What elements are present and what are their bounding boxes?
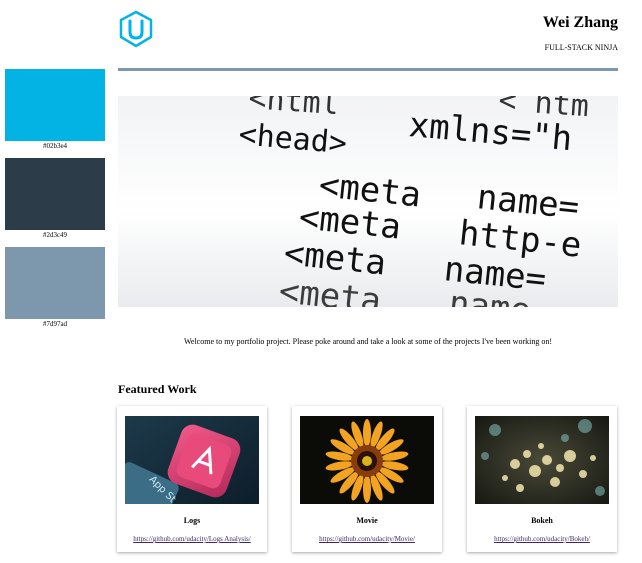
project-thumbnail bbox=[300, 416, 434, 504]
svg-text:<head>: <head> bbox=[237, 117, 348, 161]
project-thumbnail bbox=[475, 416, 609, 504]
udacity-logo-icon[interactable] bbox=[118, 10, 154, 48]
welcome-message: Welcome to my portfolio project. Please … bbox=[183, 337, 553, 346]
project-link[interactable]: https://github.com/udacity/Bokeh/ bbox=[467, 535, 617, 543]
color-box bbox=[5, 158, 105, 230]
project-title: Bokeh bbox=[531, 516, 553, 525]
project-title: Logs bbox=[183, 516, 201, 525]
swatch-label: #7d97ad bbox=[42, 320, 68, 328]
swatch-dark: #2d3c49 bbox=[5, 158, 105, 239]
project-link[interactable]: https://github.com/udacity/Logs Analysis… bbox=[117, 535, 267, 543]
project-thumbnail: App St bbox=[125, 416, 259, 504]
project-card-movie[interactable]: Movie https://github.com/udacity/Movie/ bbox=[292, 406, 442, 552]
featured-work-heading: Featured Work bbox=[118, 382, 197, 396]
swatch-grey: #7d97ad bbox=[5, 247, 105, 328]
tagline: FULL-STACK NINJA bbox=[544, 43, 618, 52]
color-box bbox=[5, 247, 105, 319]
hero-image: <html < htm <head> xmlns="h <meta name= … bbox=[118, 96, 618, 307]
header-divider bbox=[118, 68, 618, 71]
project-card-bokeh[interactable]: Bokeh https://github.com/udacity/Bokeh/ bbox=[467, 406, 617, 552]
project-link[interactable]: https://github.com/udacity/Movie/ bbox=[292, 535, 442, 543]
color-box bbox=[5, 69, 105, 141]
swatch-label: #2d3c49 bbox=[42, 231, 68, 239]
site-owner-name: Wei Zhang bbox=[542, 14, 618, 31]
swatch-label: #02b3e4 bbox=[42, 142, 68, 150]
swatch-blue: #02b3e4 bbox=[5, 69, 105, 150]
project-card-logs[interactable]: App St Logs https://github.com/udacity/L… bbox=[117, 406, 267, 552]
project-title: Movie bbox=[356, 516, 378, 525]
